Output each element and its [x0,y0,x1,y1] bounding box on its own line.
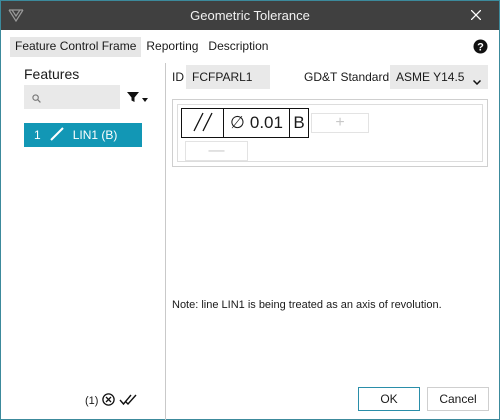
close-icon [470,9,482,23]
tab-bar: Feature Control Frame Reporting Descript… [10,37,273,57]
datum-cell[interactable]: B [290,109,308,137]
characteristic-cell[interactable] [182,109,224,137]
note-text: Note: line LIN1 is being treated as an a… [172,299,442,311]
feature-index: 1 [34,128,41,142]
chevron-down-icon [142,91,148,105]
gdt-standard-select[interactable]: ASME Y14.5 [390,65,488,89]
feature-list-item[interactable]: 1 LIN1 (B) [24,123,142,147]
tolerance-value: 0.01 [249,113,283,132]
filter-dropdown-button[interactable] [127,89,153,107]
geometric-tolerance-dialog: Geometric Tolerance Feature Control Fram… [0,0,500,420]
tolerance-cell[interactable]: ∅ 0.01 [224,109,290,137]
close-button[interactable] [453,1,499,30]
title-bar[interactable]: Geometric Tolerance [1,1,499,30]
cancel-button[interactable]: Cancel [427,387,489,411]
id-field[interactable]: FCFPARL1 [186,65,270,89]
feature-search-input[interactable] [46,88,116,106]
features-title: Features [24,66,80,82]
window-title: Geometric Tolerance [190,8,310,23]
chevron-down-icon [472,74,482,88]
error-circle-icon[interactable] [102,393,116,409]
diameter-symbol: ∅ [230,113,245,132]
features-panel: Features 1 LIN1 (B) [10,63,164,415]
feature-name: LIN1 (B) [72,128,118,142]
tab-description[interactable]: Description [203,37,273,57]
gdt-standard-value: ASME Y14.5 [396,70,465,84]
help-icon[interactable]: ? [473,39,488,54]
parallelism-icon [192,112,214,135]
search-icon [32,92,41,106]
svg-text:?: ? [477,42,484,54]
ok-button[interactable]: OK [358,387,420,411]
feature-control-frame-editor: ∅ 0.01 B + — [172,99,488,167]
status-count: (1) [85,395,99,407]
panel-divider [165,63,166,420]
add-segment-button[interactable]: + [311,113,369,133]
feature-control-frame[interactable]: ∅ 0.01 B [181,108,309,138]
id-label: ID [172,70,184,84]
remove-segment-button[interactable]: — [185,141,248,161]
status-area: (1) [85,393,138,409]
double-check-icon[interactable] [119,394,138,409]
datum-value: B [293,113,305,132]
feature-search[interactable] [24,85,120,109]
tab-reporting[interactable]: Reporting [141,37,203,57]
fcf-editor-inner: ∅ 0.01 B + — [177,104,483,162]
gdt-standard-label: GD&T Standard [304,70,390,84]
filter-icon [127,91,139,106]
tab-feature-control-frame[interactable]: Feature Control Frame [10,37,142,57]
line-feature-icon [49,126,65,145]
